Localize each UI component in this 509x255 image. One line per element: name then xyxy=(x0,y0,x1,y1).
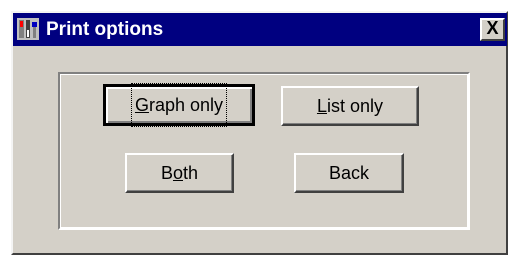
back-button[interactable]: Back xyxy=(294,153,404,193)
window-title: Print options xyxy=(46,19,164,40)
back-label: Back xyxy=(328,163,370,183)
tools-app-icon xyxy=(17,18,39,40)
list-only-label: List only xyxy=(316,96,384,116)
print-options-dialog: Print options X xyxy=(11,11,508,255)
title-bar[interactable]: Print options X xyxy=(13,13,507,46)
graph-only-label: Graph only xyxy=(130,83,228,127)
graph-only-button[interactable]: Graph only xyxy=(103,83,255,127)
both-button[interactable]: Both xyxy=(125,153,234,193)
close-button[interactable]: X xyxy=(480,18,505,41)
close-icon: X xyxy=(486,18,499,38)
list-only-button[interactable]: List only xyxy=(281,86,419,126)
both-label: Both xyxy=(160,163,199,183)
